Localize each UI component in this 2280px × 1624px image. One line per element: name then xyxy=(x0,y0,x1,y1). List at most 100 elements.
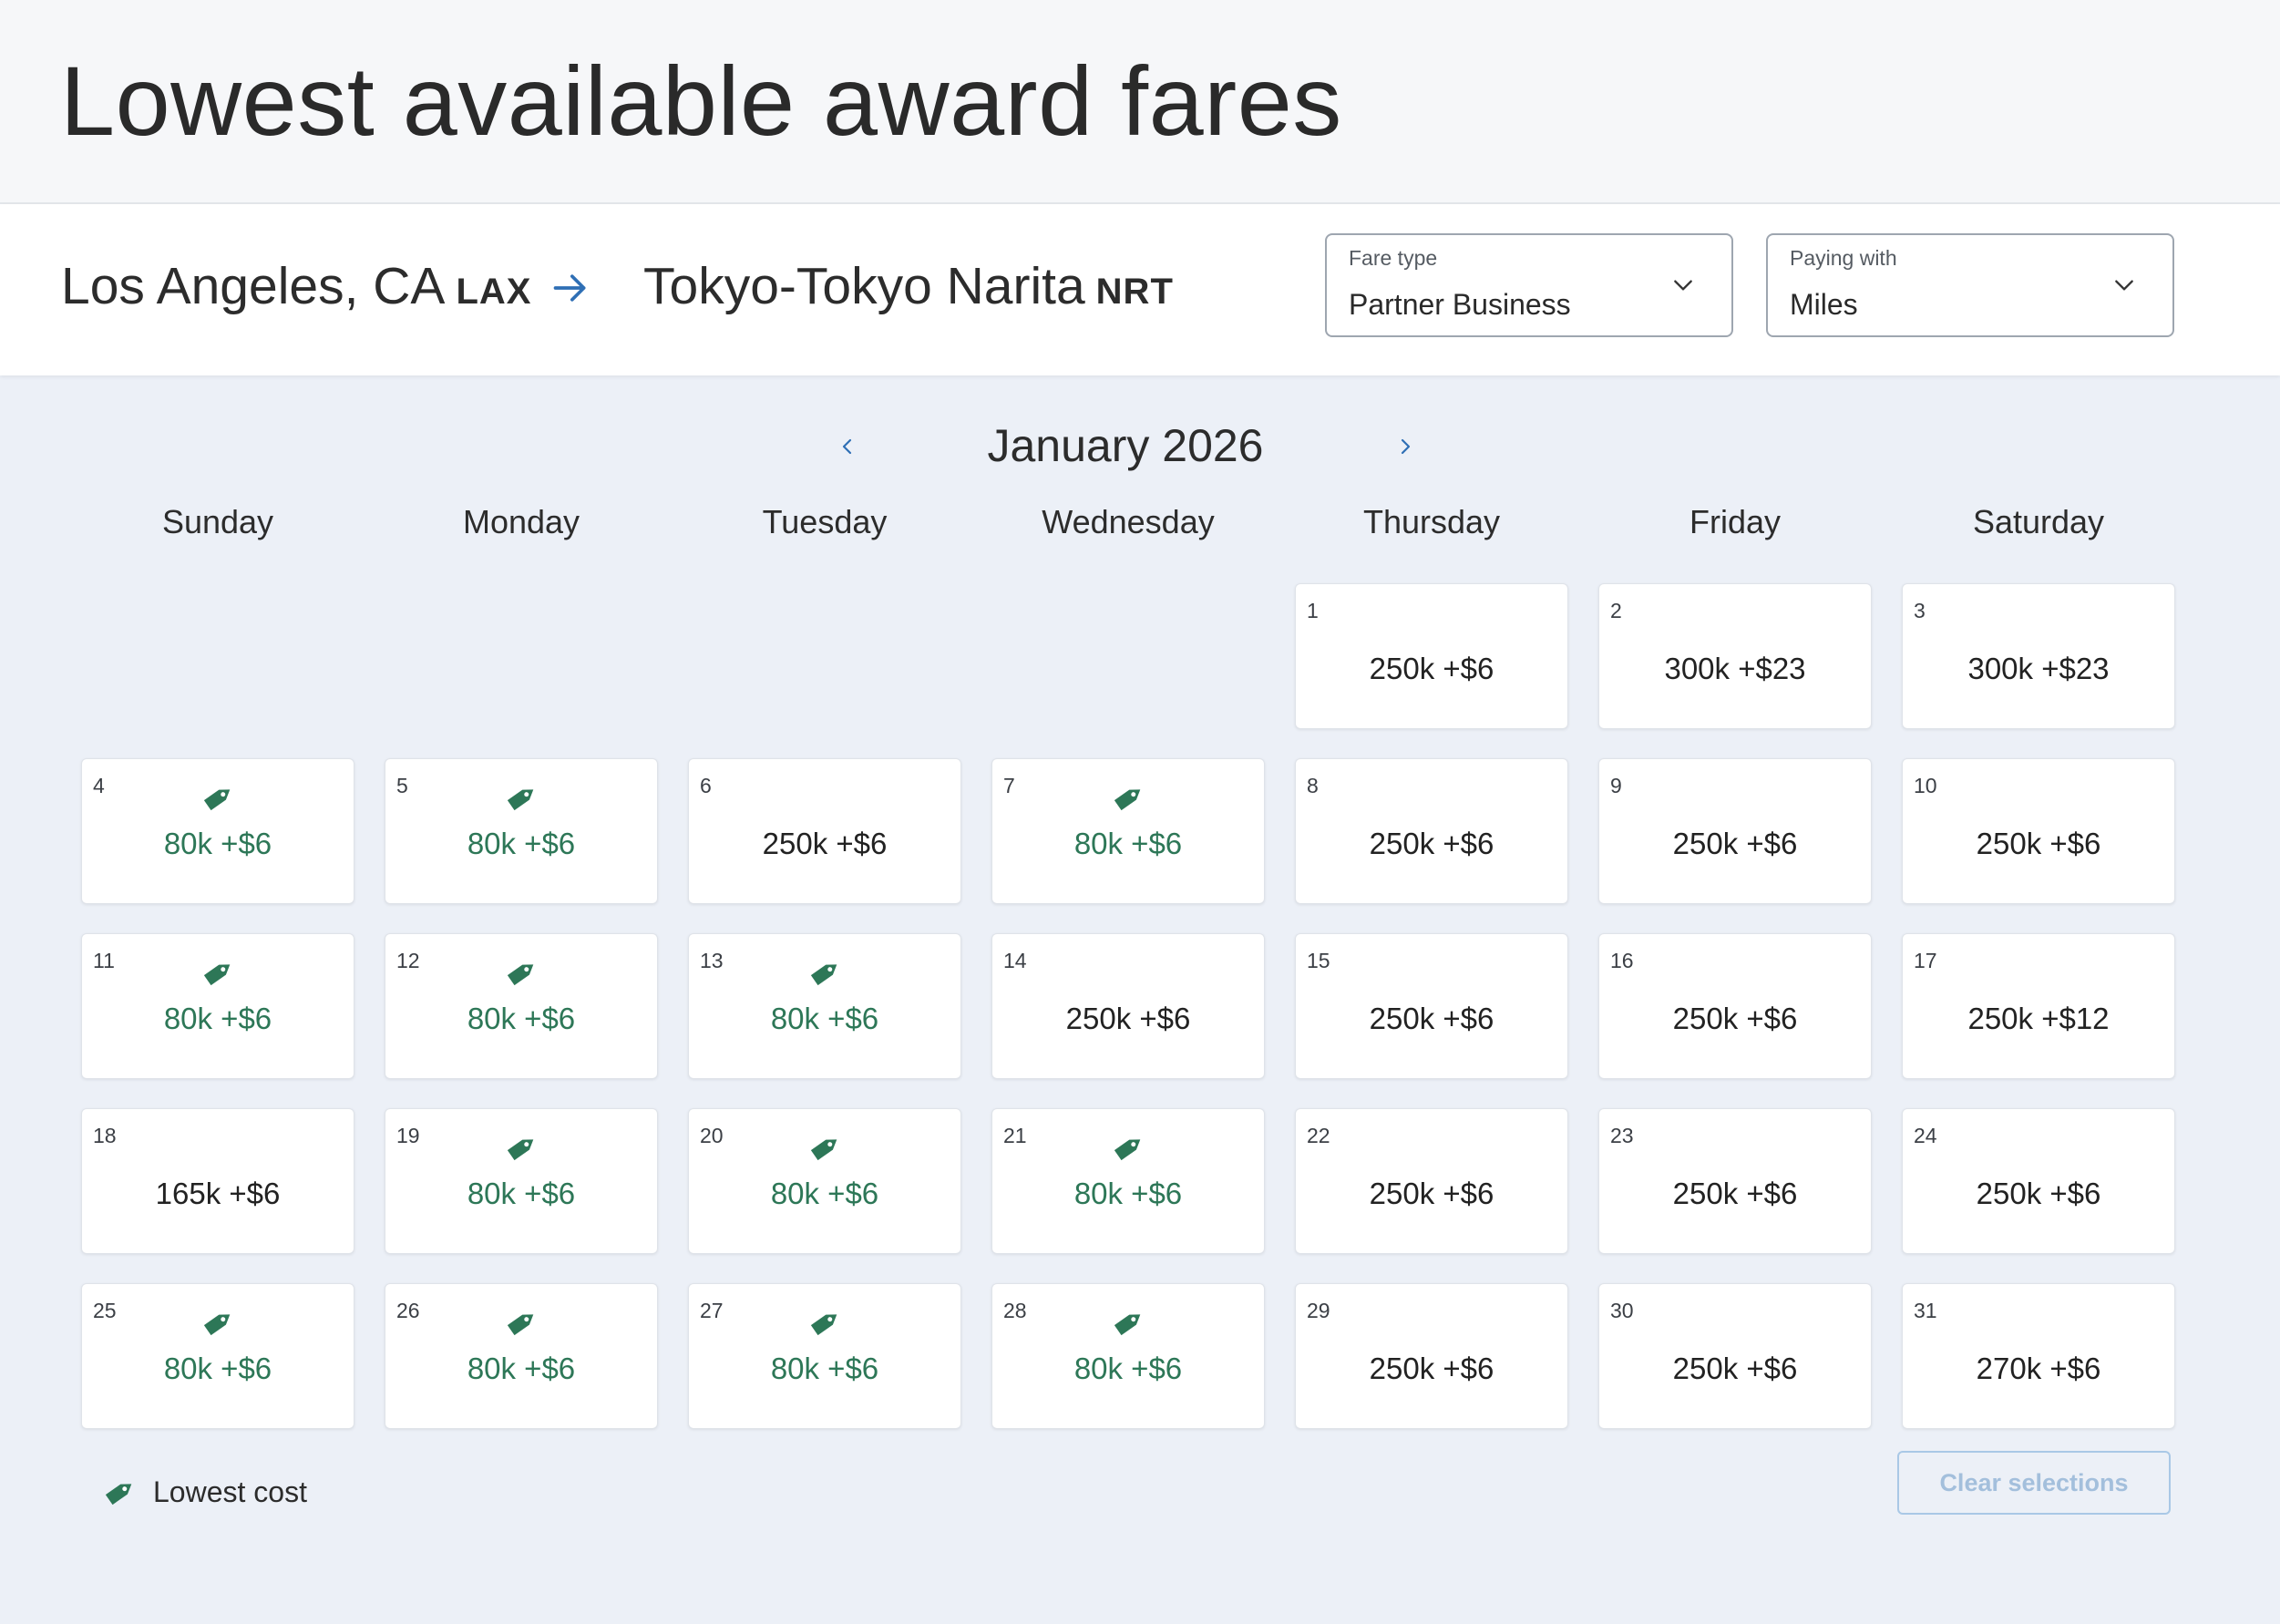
day-cell-18[interactable]: 18 165k +$6 xyxy=(81,1108,354,1254)
price-tag-icon xyxy=(810,1139,837,1161)
day-cell-12[interactable]: 12 80k +$6 xyxy=(385,933,658,1079)
day-price: 250k +$6 xyxy=(1672,1177,1798,1210)
origin: Los Angeles, CA LAX xyxy=(61,255,531,317)
day-cell-21[interactable]: 21 80k +$6 xyxy=(991,1108,1265,1254)
day-price: 80k +$6 xyxy=(163,827,272,860)
month-navigation: January 2026 xyxy=(0,412,2280,485)
day-price: 250k +$6 xyxy=(1976,1177,2101,1210)
day-cell-13[interactable]: 13 80k +$6 xyxy=(688,933,961,1079)
day-number: 10 xyxy=(1914,774,1937,797)
price-tag-icon xyxy=(507,1139,534,1161)
price-tag-icon xyxy=(1114,1314,1141,1336)
day-number: 9 xyxy=(1610,774,1622,797)
day-price: 80k +$6 xyxy=(770,1002,879,1035)
weekday-header-row: Sunday Monday Tuesday Wednesday Thursday Frid… xyxy=(81,503,2177,558)
day-price: 300k +$23 xyxy=(1664,652,1806,685)
day-number: 19 xyxy=(396,1124,420,1147)
day-number: 14 xyxy=(1003,949,1027,972)
chevron-left-icon xyxy=(842,438,852,455)
day-price: 80k +$6 xyxy=(770,1352,879,1385)
day-cell-1[interactable]: 1 250k +$6 xyxy=(1295,583,1568,729)
day-cell-17[interactable]: 17 250k +$12 xyxy=(1902,933,2175,1079)
day-cell-5[interactable]: 5 80k +$6 xyxy=(385,758,658,904)
price-tag-icon xyxy=(1114,1139,1141,1161)
day-cell-11[interactable]: 11 80k +$6 xyxy=(81,933,354,1079)
price-tag-icon xyxy=(507,1314,534,1336)
price-tag-icon xyxy=(507,964,534,986)
day-cell-23[interactable]: 23 250k +$6 xyxy=(1598,1108,1872,1254)
day-price: 80k +$6 xyxy=(163,1352,272,1385)
day-cell-29[interactable]: 29 250k +$6 xyxy=(1295,1283,1568,1429)
day-number: 4 xyxy=(93,774,105,797)
day-cell-15[interactable]: 15 250k +$6 xyxy=(1295,933,1568,1079)
weekday-monday: Monday xyxy=(462,503,580,540)
day-cell-14[interactable]: 14 250k +$6 xyxy=(991,933,1265,1079)
day-cell-7[interactable]: 7 80k +$6 xyxy=(991,758,1265,904)
day-cell-24[interactable]: 24 250k +$6 xyxy=(1902,1108,2175,1254)
clear-selections-button[interactable]: Clear selections xyxy=(1897,1451,2171,1515)
day-cell-27[interactable]: 27 80k +$6 xyxy=(688,1283,961,1429)
day-price: 80k +$6 xyxy=(163,1002,272,1035)
weekday-friday: Friday xyxy=(1689,503,1782,540)
day-cell-30[interactable]: 30 250k +$6 xyxy=(1598,1283,1872,1429)
destination: Tokyo-Tokyo Narita NRT xyxy=(643,255,1174,317)
paying-with-label: Paying with xyxy=(1790,246,1897,270)
day-price: 250k +$6 xyxy=(1672,827,1798,860)
day-number: 12 xyxy=(396,949,420,972)
previous-month-button[interactable] xyxy=(829,428,866,465)
price-tag-icon xyxy=(810,964,837,986)
day-cell-2[interactable]: 2 300k +$23 xyxy=(1598,583,1872,729)
paying-with-value: Miles xyxy=(1790,288,1858,321)
day-cell-20[interactable]: 20 80k +$6 xyxy=(688,1108,961,1254)
day-cell-4[interactable]: 4 80k +$6 xyxy=(81,758,354,904)
day-price: 165k +$6 xyxy=(155,1177,281,1210)
price-tag-icon xyxy=(1114,789,1141,811)
day-price: 80k +$6 xyxy=(1073,1177,1183,1210)
price-tag-icon xyxy=(203,964,231,986)
day-cell-6[interactable]: 6 250k +$6 xyxy=(688,758,961,904)
day-price: 250k +$6 xyxy=(1369,827,1494,860)
chevron-right-icon xyxy=(1401,438,1411,455)
chevron-down-icon xyxy=(2115,280,2133,291)
route-bar: Los Angeles, CA LAX Tokyo-Tokyo Narita NRT… xyxy=(0,204,2280,375)
day-price: 80k +$6 xyxy=(1073,1352,1183,1385)
day-price: 250k +$6 xyxy=(1672,1002,1798,1035)
day-price: 250k +$6 xyxy=(1065,1002,1191,1035)
destination-city: Tokyo-Tokyo Narita xyxy=(643,257,1085,315)
day-number: 29 xyxy=(1307,1299,1330,1322)
origin-city: Los Angeles, CA xyxy=(61,257,446,315)
paying-with-dropdown[interactable]: Paying with Miles xyxy=(1766,233,2174,337)
legend: Lowest cost xyxy=(102,1469,307,1515)
day-price: 80k +$6 xyxy=(467,1002,576,1035)
day-price: 270k +$6 xyxy=(1976,1352,2101,1385)
day-cell-3[interactable]: 3 300k +$23 xyxy=(1902,583,2175,729)
price-tag-icon xyxy=(810,1314,837,1336)
day-cell-22[interactable]: 22 250k +$6 xyxy=(1295,1108,1568,1254)
next-month-button[interactable] xyxy=(1387,428,1423,465)
day-number: 21 xyxy=(1003,1124,1027,1147)
day-cell-26[interactable]: 26 80k +$6 xyxy=(385,1283,658,1429)
day-price: 250k +$6 xyxy=(1369,1177,1494,1210)
day-number: 5 xyxy=(396,774,408,797)
fare-type-dropdown[interactable]: Fare type Partner Business xyxy=(1325,233,1733,337)
page-header: Lowest available award fares xyxy=(0,0,2280,204)
day-number: 6 xyxy=(700,774,712,797)
day-cell-16[interactable]: 16 250k +$6 xyxy=(1598,933,1872,1079)
day-number: 28 xyxy=(1003,1299,1027,1322)
day-cell-28[interactable]: 28 80k +$6 xyxy=(991,1283,1265,1429)
day-number: 17 xyxy=(1914,949,1937,972)
day-number: 1 xyxy=(1307,599,1319,622)
day-number: 30 xyxy=(1610,1299,1634,1322)
day-cell-9[interactable]: 9 250k +$6 xyxy=(1598,758,1872,904)
day-cell-19[interactable]: 19 80k +$6 xyxy=(385,1108,658,1254)
weekday-saturday: Saturday xyxy=(1972,503,2105,540)
legend-label: Lowest cost xyxy=(153,1475,307,1508)
calendar-grid: 1 250k +$6 2 300k +$23 3 300k +$23 4 80k +$6 5 80… xyxy=(81,583,2177,1431)
day-number: 18 xyxy=(93,1124,117,1147)
day-cell-8[interactable]: 8 250k +$6 xyxy=(1295,758,1568,904)
day-cell-25[interactable]: 25 80k +$6 xyxy=(81,1283,354,1429)
day-cell-10[interactable]: 10 250k +$6 xyxy=(1902,758,2175,904)
day-price: 250k +$6 xyxy=(1369,1352,1494,1385)
day-cell-31[interactable]: 31 270k +$6 xyxy=(1902,1283,2175,1429)
day-number: 16 xyxy=(1610,949,1634,972)
